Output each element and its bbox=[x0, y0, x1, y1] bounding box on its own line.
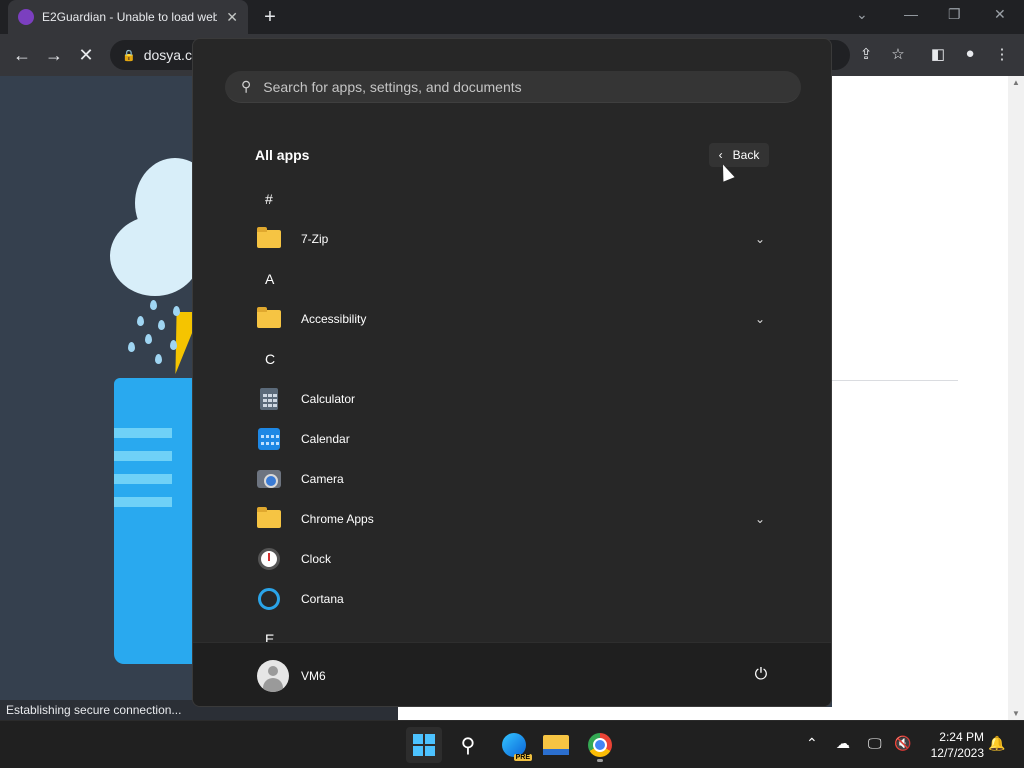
back-button[interactable]: ‹ Back bbox=[709, 143, 769, 167]
stop-loading-icon[interactable]: ✕ bbox=[74, 43, 98, 67]
edge-preview-button[interactable]: PRE bbox=[496, 727, 532, 763]
forward-arrow-icon[interactable]: → bbox=[42, 43, 66, 67]
file-explorer-button[interactable] bbox=[538, 727, 574, 763]
menu-kebab-icon[interactable]: ⋮ bbox=[992, 45, 1012, 63]
cortana-icon bbox=[257, 587, 281, 611]
tab-search-icon[interactable]: ⌄ bbox=[856, 6, 868, 23]
folder-icon bbox=[257, 507, 281, 531]
restore-icon[interactable]: ❐ bbox=[948, 6, 961, 23]
clock-icon bbox=[257, 547, 281, 571]
desktop-screen: E2Guardian - Unable to load web ✕ + ⌄ — … bbox=[0, 0, 1024, 768]
user-avatar-icon[interactable] bbox=[257, 660, 289, 692]
raindrop bbox=[173, 306, 180, 316]
tab-title: E2Guardian - Unable to load web bbox=[42, 10, 217, 24]
chevron-left-icon: ‹ bbox=[718, 148, 723, 162]
app-item-cortana[interactable]: Cortana bbox=[241, 579, 785, 619]
browser-tab-bar: E2Guardian - Unable to load web ✕ + ⌄ — … bbox=[0, 0, 1024, 34]
tab-close-icon[interactable]: ✕ bbox=[226, 9, 238, 26]
raindrop bbox=[155, 354, 162, 364]
windows-logo-icon bbox=[413, 734, 435, 756]
section-letter-hash[interactable]: # bbox=[241, 179, 785, 219]
user-name[interactable]: VM6 bbox=[301, 669, 326, 683]
browser-tab[interactable]: E2Guardian - Unable to load web ✕ bbox=[8, 0, 248, 34]
start-button[interactable] bbox=[406, 727, 442, 763]
section-letter-c[interactable]: C bbox=[241, 339, 785, 379]
app-item-7zip[interactable]: 7-Zip ⌄ bbox=[241, 219, 785, 259]
taskbar-search-button[interactable]: ⚲ bbox=[450, 727, 486, 763]
network-icon[interactable]: 🖵 bbox=[868, 735, 882, 752]
chevron-down-icon[interactable]: ⌄ bbox=[755, 232, 765, 246]
all-apps-heading: All apps bbox=[255, 147, 310, 163]
taskbar: ⚲ PRE ⌃ ☁ 🖵 🔇 2:24 PM 12/7/2023 🔔 bbox=[0, 720, 1024, 768]
folder-icon bbox=[257, 307, 281, 331]
start-menu: ⚲ Search for apps, settings, and documen… bbox=[192, 38, 832, 707]
chrome-button[interactable] bbox=[582, 727, 618, 763]
app-item-camera[interactable]: Camera bbox=[241, 459, 785, 499]
side-panel-icon[interactable]: ◧ bbox=[928, 45, 948, 63]
chrome-icon bbox=[588, 733, 612, 757]
section-letter-a[interactable]: A bbox=[241, 259, 785, 299]
scroll-up-icon[interactable]: ▲ bbox=[1012, 78, 1020, 87]
taskbar-clock[interactable]: 2:24 PM 12/7/2023 bbox=[920, 729, 984, 761]
start-search-input[interactable]: ⚲ Search for apps, settings, and documen… bbox=[225, 71, 801, 103]
scroll-down-icon[interactable]: ▼ bbox=[1012, 709, 1020, 718]
section-letter-e[interactable]: E bbox=[241, 619, 785, 643]
lock-icon: 🔒 bbox=[122, 49, 136, 62]
folder-icon bbox=[257, 227, 281, 251]
e2guardian-favicon-icon bbox=[18, 9, 34, 25]
raindrop bbox=[145, 334, 152, 344]
notification-bell-icon[interactable]: 🔔 bbox=[988, 735, 1005, 752]
power-icon[interactable]: ⏻ bbox=[751, 665, 771, 685]
search-placeholder: Search for apps, settings, and documents bbox=[263, 78, 522, 95]
share-icon[interactable]: ⇪ bbox=[856, 45, 876, 63]
search-icon: ⚲ bbox=[460, 734, 476, 757]
app-item-clock[interactable]: Clock bbox=[241, 539, 785, 579]
page-scrollbar[interactable]: ▲ ▼ bbox=[1008, 76, 1024, 720]
raindrop bbox=[137, 316, 144, 326]
profile-icon[interactable]: ● bbox=[960, 45, 980, 62]
calendar-icon bbox=[257, 427, 281, 451]
divider bbox=[832, 380, 958, 381]
chevron-down-icon[interactable]: ⌄ bbox=[755, 312, 765, 326]
back-button-label: Back bbox=[732, 148, 760, 162]
chevron-down-icon[interactable]: ⌄ bbox=[755, 512, 765, 526]
minimize-icon[interactable]: — bbox=[904, 6, 918, 22]
new-tab-button[interactable]: + bbox=[258, 6, 282, 29]
volume-muted-icon[interactable]: 🔇 bbox=[894, 735, 911, 752]
bookmark-star-icon[interactable]: ☆ bbox=[888, 45, 908, 63]
running-indicator bbox=[597, 759, 603, 762]
raindrop bbox=[150, 300, 157, 310]
show-hidden-icons-chevron-up-icon[interactable]: ⌃ bbox=[806, 735, 818, 752]
calculator-icon bbox=[257, 387, 281, 411]
server-illustration bbox=[114, 378, 194, 664]
start-user-bar: VM6 ⏻ bbox=[193, 642, 831, 706]
search-icon: ⚲ bbox=[241, 78, 252, 94]
raindrop bbox=[170, 340, 177, 350]
app-item-calculator[interactable]: Calculator bbox=[241, 379, 785, 419]
camera-icon bbox=[257, 467, 281, 491]
app-item-calendar[interactable]: Calendar bbox=[241, 419, 785, 459]
clock-time: 2:24 PM bbox=[939, 730, 984, 744]
page-bottom-strip bbox=[398, 707, 1008, 720]
all-apps-list: # 7-Zip ⌄ A Accessibility ⌄ C Calculator bbox=[241, 179, 785, 643]
raindrop bbox=[158, 320, 165, 330]
close-window-icon[interactable]: ✕ bbox=[994, 6, 1006, 23]
clock-date: 12/7/2023 bbox=[930, 746, 984, 760]
onedrive-icon[interactable]: ☁ bbox=[836, 735, 850, 752]
app-item-accessibility[interactable]: Accessibility ⌄ bbox=[241, 299, 785, 339]
back-arrow-icon[interactable]: ← bbox=[10, 43, 34, 67]
app-item-chrome-apps[interactable]: Chrome Apps ⌄ bbox=[241, 499, 785, 539]
raindrop bbox=[128, 342, 135, 352]
edge-icon: PRE bbox=[502, 733, 532, 761]
file-explorer-icon bbox=[543, 735, 569, 755]
page-content-panel bbox=[832, 76, 1008, 720]
